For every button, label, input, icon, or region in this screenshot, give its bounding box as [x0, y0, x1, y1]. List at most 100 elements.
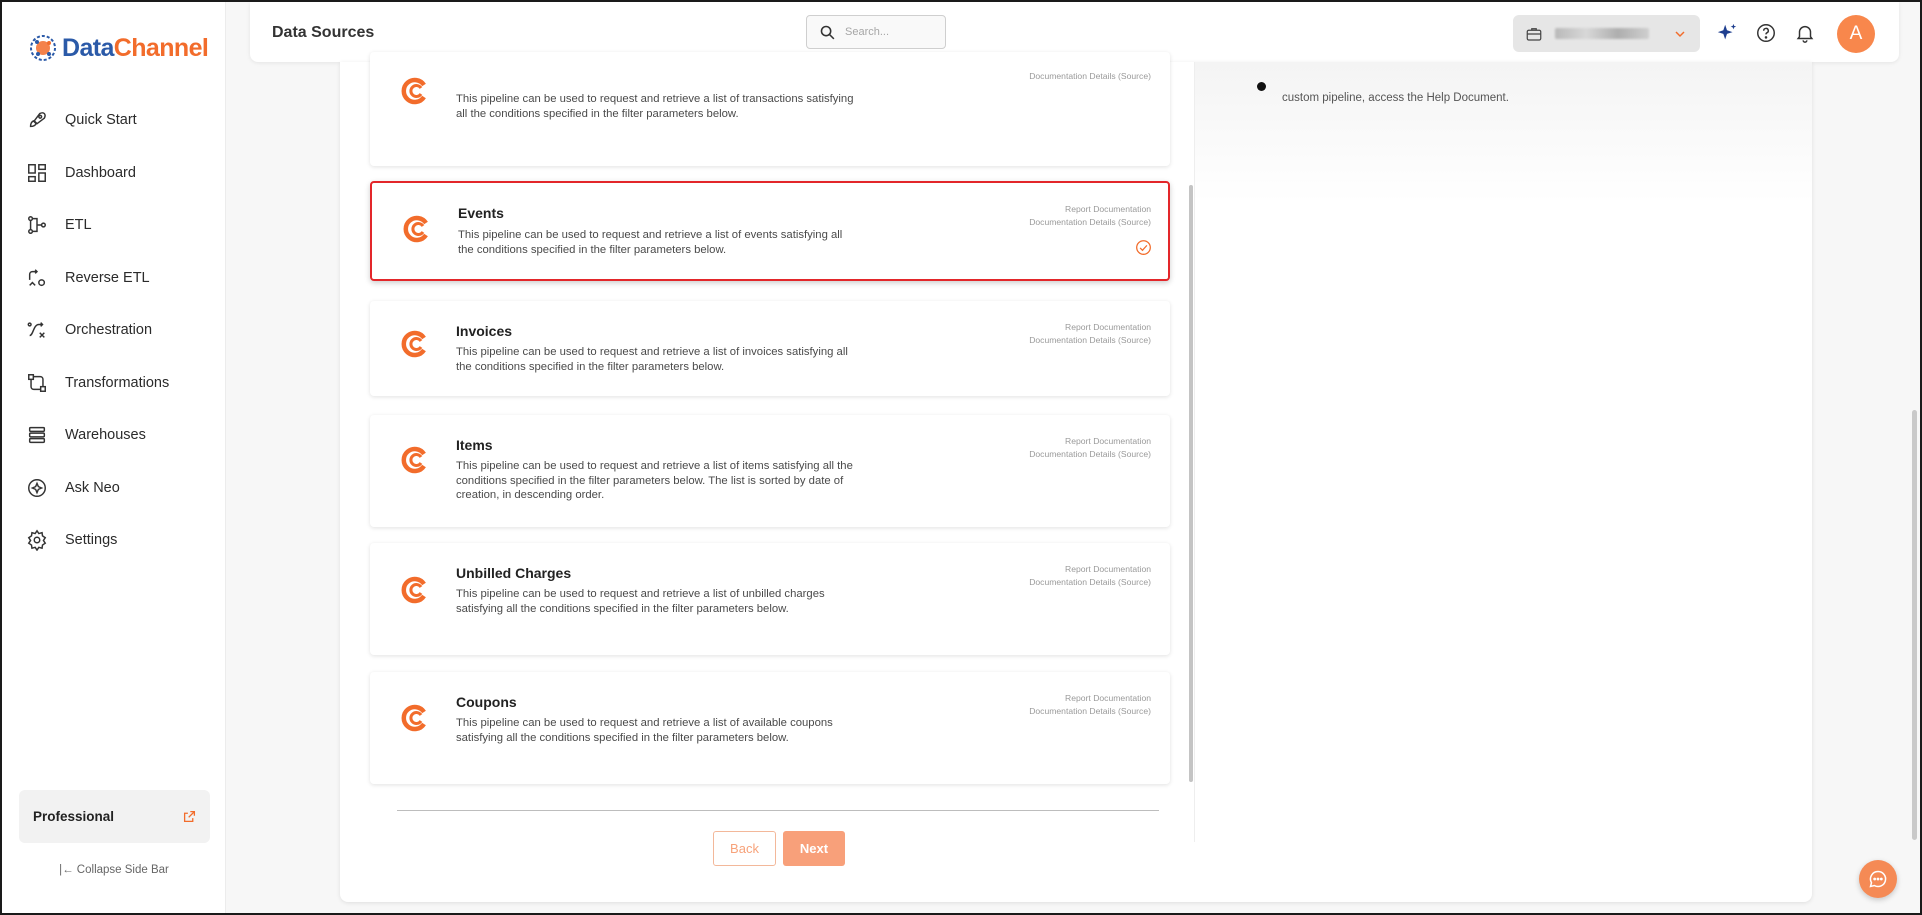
sidebar-item-quick-start[interactable]: Quick Start: [2, 94, 226, 147]
chargebee-logo-icon: [401, 576, 426, 604]
documentation-details-link[interactable]: Documentation Details (Source): [1029, 448, 1151, 461]
bell-icon: [1796, 25, 1814, 43]
help-icon: [1757, 24, 1775, 42]
pipeline-card-unbilled-charges[interactable]: Unbilled Charges This pipeline can be us…: [370, 543, 1170, 655]
next-button[interactable]: Next: [783, 831, 845, 866]
logo-text: DataChannel: [62, 33, 209, 62]
rocket-icon: [29, 112, 46, 128]
documentation-details-link[interactable]: Documentation Details (Source): [1029, 576, 1151, 589]
pipeline-card-coupons[interactable]: Coupons This pipeline can be used to req…: [370, 672, 1170, 784]
pipeline-title: Events: [458, 205, 504, 221]
search-input[interactable]: [845, 26, 935, 38]
sidebar: DataChannel Quick Start Dashboard ETL Re…: [2, 2, 226, 913]
divider: [397, 810, 1159, 811]
pipeline-links: Report Documentation Documentation Detai…: [1029, 692, 1151, 718]
dashboard-icon: [28, 163, 46, 182]
sidebar-item-label: Settings: [65, 532, 118, 549]
search-icon: [820, 25, 835, 39]
sidebar-item-reverse-etl[interactable]: Reverse ETL: [2, 252, 226, 305]
pipeline-links: Report Documentation Documentation Detai…: [1029, 321, 1151, 347]
sidebar-item-label: Ask Neo: [65, 479, 120, 496]
report-documentation-link[interactable]: Report Documentation: [1029, 692, 1151, 705]
help-button[interactable]: [1755, 22, 1777, 44]
pipeline-links: Report Documentation Documentation Detai…: [1029, 203, 1151, 229]
workspace-selector[interactable]: [1513, 15, 1700, 52]
pipeline-description: This pipeline can be used to request and…: [458, 229, 843, 256]
pipeline-description: This pipeline can be used to request and…: [456, 588, 825, 615]
plan-label: Professional: [33, 809, 115, 824]
pipeline-title: Coupons: [456, 694, 517, 710]
sidebar-item-label: Quick Start: [65, 112, 137, 129]
orchestration-icon: [27, 322, 45, 339]
user-avatar[interactable]: A: [1837, 15, 1875, 53]
pipeline-links: Documentation Details (Source): [1029, 70, 1151, 83]
pipeline-description: This pipeline can be used to request and…: [456, 717, 833, 744]
etl-icon: [28, 216, 46, 235]
sidebar-item-label: Transformations: [65, 374, 170, 391]
chevron-down-icon: [1675, 30, 1685, 37]
pipeline-list-scrollbar[interactable]: [1189, 185, 1193, 782]
search-box[interactable]: [806, 15, 946, 49]
pipeline-links: Report Documentation Documentation Detai…: [1029, 435, 1151, 461]
pipeline-links: Report Documentation Documentation Detai…: [1029, 563, 1151, 589]
report-documentation-link[interactable]: Report Documentation: [1029, 321, 1151, 334]
workspace-name-redacted: [1555, 28, 1649, 39]
chargebee-logo-icon: [401, 77, 426, 105]
sidebar-item-label: ETL: [65, 217, 92, 234]
sidebar-item-label: Warehouses: [65, 427, 146, 444]
sidebar-item-label: Reverse ETL: [65, 269, 150, 286]
back-button[interactable]: Back: [713, 831, 776, 866]
datachannel-logo[interactable]: DataChannel: [28, 33, 209, 63]
pipeline-description: This pipeline can be used to request and…: [456, 460, 853, 502]
pipeline-card-transactions[interactable]: This pipeline can be used to request and…: [370, 52, 1170, 166]
warehouses-icon: [28, 427, 46, 444]
documentation-details-link[interactable]: Documentation Details (Source): [1029, 705, 1151, 718]
settings-icon: [27, 529, 47, 552]
pipeline-title: Invoices: [456, 323, 513, 339]
pipeline-card-events[interactable]: Events This pipeline can be used to requ…: [370, 181, 1170, 281]
briefcase-icon: [1526, 27, 1542, 41]
documentation-details-link[interactable]: Documentation Details (Source): [1029, 70, 1151, 83]
help-panel: [1194, 62, 1812, 842]
transformations-icon: [28, 373, 46, 392]
chargebee-logo-icon: [403, 215, 428, 243]
sidebar-item-dashboard[interactable]: Dashboard: [2, 147, 226, 200]
ai-sparkle-button[interactable]: [1716, 22, 1738, 44]
collapse-sidebar-button[interactable]: |← Collapse Side Bar: [2, 864, 226, 876]
documentation-details-link[interactable]: Documentation Details (Source): [1029, 334, 1151, 347]
sidebar-item-ask-neo[interactable]: Ask Neo: [2, 462, 226, 515]
chargebee-logo-icon: [401, 446, 426, 474]
sidebar-item-settings[interactable]: Settings: [2, 514, 226, 567]
pipeline-title: Unbilled Charges: [456, 565, 572, 581]
chat-icon: [1869, 870, 1887, 888]
pipeline-card-invoices[interactable]: Invoices This pipeline can be used to re…: [370, 301, 1170, 396]
chargebee-logo-icon: [401, 704, 426, 732]
pipeline-description: This pipeline can be used to request and…: [456, 93, 854, 120]
sidebar-nav: Quick Start Dashboard ETL Reverse ETL Or…: [2, 94, 226, 567]
plan-badge[interactable]: Professional: [19, 790, 210, 843]
page-title: Data Sources: [272, 24, 375, 41]
sidebar-item-orchestration[interactable]: Orchestration: [2, 304, 226, 357]
chat-support-button[interactable]: [1859, 860, 1897, 898]
sidebar-item-warehouses[interactable]: Warehouses: [2, 409, 226, 462]
sidebar-item-transformations[interactable]: Transformations: [2, 357, 226, 410]
help-bullet-icon: [1257, 82, 1266, 91]
datachannel-logo-icon: [30, 35, 56, 61]
external-link-icon[interactable]: [183, 810, 196, 823]
page-scrollbar[interactable]: [1912, 410, 1917, 840]
reverse-etl-icon: [28, 268, 46, 286]
sparkle-icon: [1717, 23, 1737, 40]
pipeline-card-items[interactable]: Items This pipeline can be used to reque…: [370, 415, 1170, 527]
report-documentation-link[interactable]: Report Documentation: [1029, 563, 1151, 576]
sidebar-item-label: Orchestration: [65, 322, 153, 339]
report-documentation-link[interactable]: Report Documentation: [1029, 435, 1151, 448]
pipeline-title: Items: [456, 437, 493, 453]
help-note: custom pipeline, access the Help Documen…: [1282, 92, 1509, 104]
documentation-details-link[interactable]: Documentation Details (Source): [1029, 216, 1151, 229]
report-documentation-link[interactable]: Report Documentation: [1029, 203, 1151, 216]
sidebar-item-etl[interactable]: ETL: [2, 199, 226, 252]
notifications-button[interactable]: [1794, 22, 1816, 44]
pipeline-description: This pipeline can be used to request and…: [456, 346, 848, 373]
chargebee-logo-icon: [401, 330, 426, 358]
sidebar-item-label: Dashboard: [65, 164, 136, 181]
